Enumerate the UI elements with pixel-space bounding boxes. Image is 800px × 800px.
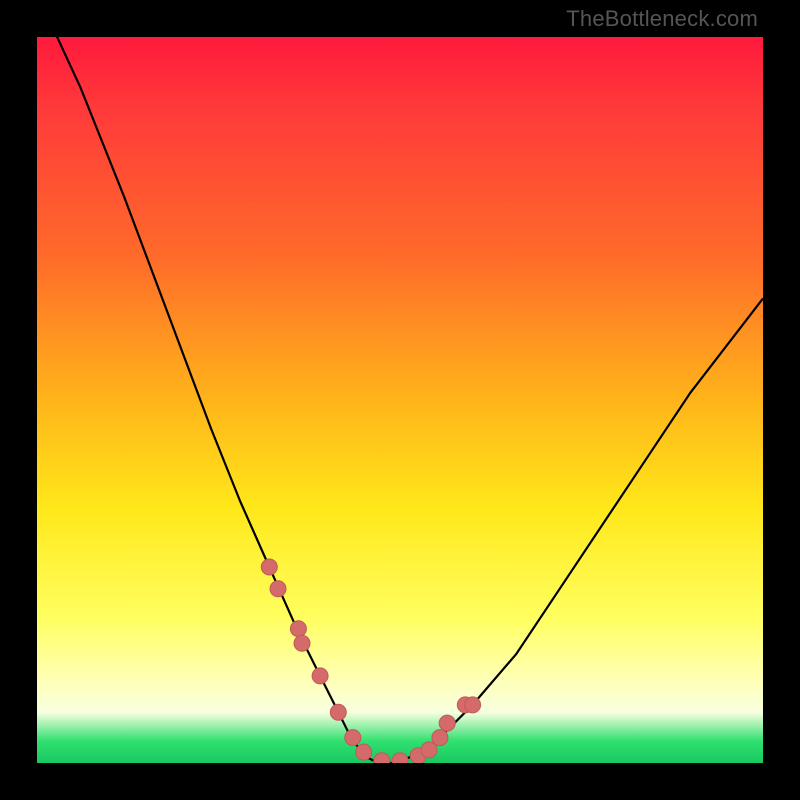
chart-frame: TheBottleneck.com xyxy=(0,0,800,800)
attribution-text: TheBottleneck.com xyxy=(566,6,758,32)
plot-background xyxy=(37,37,763,763)
